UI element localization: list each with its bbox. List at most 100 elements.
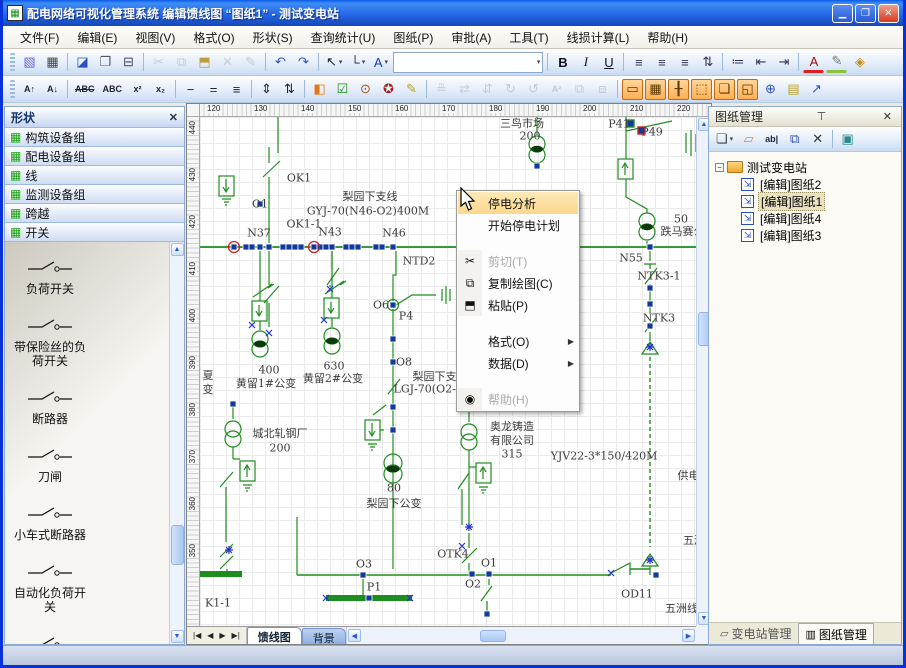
undo-icon[interactable]: ↶ [270,52,291,73]
minimize-button[interactable]: ▁ [832,4,853,23]
underline-icon[interactable]: U [598,52,619,73]
rotate-left-icon[interactable]: ↺ [523,79,544,100]
line-double-icon[interactable]: = [203,79,224,100]
group-monitor-equipment[interactable]: ▦ 监测设备组 [5,185,184,204]
menu-paste[interactable]: ⬒ 粘贴(P) ▶ [458,294,578,316]
canvas-content[interactable]: 三鸟市场200P41P49OK1O1梨园下支线GYJ-70(N46-O2)400… [200,117,696,626]
menu-edit[interactable]: 编辑(E) [68,26,126,49]
menu-query-stats[interactable]: 查询统计(U) [302,26,385,49]
group-structure-equipment[interactable]: ▦ 构筑设备组 [5,128,184,147]
menu-view[interactable]: 视图(V) [126,26,184,49]
rotate-right-icon[interactable]: ↻ [500,79,521,100]
align-center-icon[interactable]: ≡ [651,52,672,73]
stamp-icon[interactable]: ✪ [378,79,399,100]
bold-icon[interactable]: B [552,52,573,73]
canvas-hscrollbar[interactable]: ◀ ▶ [346,627,696,644]
paste-icon[interactable]: ⬒ [194,52,215,73]
tab-drawing-management[interactable]: ▥ 图纸管理 [798,623,873,644]
align-left-icon[interactable]: ≡ [628,52,649,73]
sheet-nav-icon[interactable]: ◀ [207,631,213,640]
scroll-up-icon[interactable]: ▲ [171,243,184,256]
menu-file[interactable]: 文件(F) [11,26,68,49]
font-combo-input[interactable] [396,55,524,69]
page-preview-icon[interactable]: ❐ [95,52,116,73]
collapse-icon[interactable]: − [715,163,724,172]
restore-button[interactable]: ❐ [855,4,876,23]
italic-icon[interactable]: I [575,52,596,73]
line-triple-icon[interactable]: ≡ [226,79,247,100]
connector-tool-icon[interactable]: └▾ [347,52,368,73]
group-switch[interactable]: ▦ 开关 [5,223,184,242]
toolbar-grip[interactable] [10,80,15,98]
menu-approve[interactable]: 审批(A) [442,26,500,49]
group-crossing[interactable]: ▦ 跨越 [5,204,184,223]
menu-start-outage-plan[interactable]: 开始停电计划 ▶ [458,214,578,236]
group-distribution-equipment[interactable]: ▦ 配电设备组 [5,147,184,166]
tab-background[interactable]: 背景 [302,628,346,644]
tree-row-sheet[interactable]: ⇲ [编辑]图纸4 [711,210,899,227]
shape-item[interactable]: 自动化负荷开关 [12,563,88,614]
open-sheet-icon[interactable]: ▱ [738,129,759,150]
tab-feeder-diagram[interactable]: 馈线图 [247,627,302,644]
new-sheet-icon[interactable]: ❏▾ [713,129,736,150]
shape-item[interactable]: 断路器 [12,389,88,426]
ruler-toggle-icon[interactable]: ▭ [622,79,643,100]
scroll-right-icon[interactable]: ▶ [682,629,695,642]
send-to-back-icon[interactable]: ⧈ [592,79,613,100]
station-view-icon[interactable]: ▣ [837,129,858,150]
menu-shape[interactable]: 形状(S) [244,26,302,49]
menu-line-loss[interactable]: 线损计算(L) [558,26,639,49]
tree-root-station[interactable]: − 测试变电站 [711,158,899,176]
copy-icon[interactable]: ⧉ [171,52,192,73]
indent-icon[interactable]: ⇥ [773,52,794,73]
glue-toggle-icon[interactable]: ⬚ [691,79,712,100]
scroll-left-icon[interactable]: ◀ [348,629,361,642]
delete-icon[interactable]: ✕ [217,52,238,73]
menu-data[interactable]: 数据(D) ▶ [458,352,578,374]
spacing-increase-icon[interactable]: ⇕ [256,79,277,100]
pin-icon[interactable]: ⊤ [814,110,830,123]
pointer-tool-icon[interactable]: ↖▾ [323,52,345,73]
font-combo[interactable]: ▾ [393,52,543,73]
flip-vertical-icon[interactable]: ⇵ [477,79,498,100]
diagram-grid-icon[interactable]: ▦ [42,52,63,73]
toolbar-grip[interactable] [10,53,15,71]
close-button[interactable]: ✕ [878,4,899,23]
subscript-icon[interactable]: x₂ [150,79,171,100]
align-shapes-icon[interactable]: ≞ [431,79,452,100]
text-tool-icon[interactable]: A▾ [370,52,391,73]
properties-icon[interactable]: ▤ [783,79,804,100]
flip-horizontal-icon[interactable]: ⇄ [454,79,475,100]
shape-font-icon[interactable]: A² [546,79,567,100]
audit-check-icon[interactable]: ☑ [332,79,353,100]
spacing-decrease-icon[interactable]: ⇅ [279,79,300,100]
sheet-nav-icon[interactable]: ▶ [219,631,225,640]
format-brush-icon[interactable]: ✎ [240,52,261,73]
guides-toggle-icon[interactable]: ╂ [668,79,689,100]
no-strikethrough-icon[interactable]: ABC [100,79,126,100]
menu-help[interactable]: 帮助(H) [638,26,697,49]
outdent-icon[interactable]: ⇤ [750,52,771,73]
scroll-thumb[interactable] [480,630,506,642]
scroll-thumb[interactable] [171,525,184,565]
menu-format[interactable]: 格式(O) [184,26,243,49]
shapes-panel-close-icon[interactable]: ✕ [169,111,178,124]
align-right-icon[interactable]: ≡ [674,52,695,73]
bullets-icon[interactable]: ≔ [727,52,748,73]
shape-item[interactable]: 刀闸 [12,447,88,484]
sheet-nav-icon[interactable]: |◀ [193,631,201,640]
tree-row-sheet[interactable]: ⇲ [编辑]图纸2 [711,176,899,193]
close-panel-icon[interactable]: ✕ [880,110,895,123]
menu-tools[interactable]: 工具(T) [500,26,557,49]
cut-icon[interactable]: ✂ [148,52,169,73]
line-single-icon[interactable]: − [180,79,201,100]
tree-row-sheet[interactable]: ⇲ [编辑]图纸3 [711,227,899,244]
connector-arrows-icon[interactable]: ↗ [806,79,827,100]
font-increase-icon[interactable]: A↑ [19,79,40,100]
print-icon[interactable]: ⊟ [118,52,139,73]
superscript-icon[interactable]: x² [127,79,148,100]
drawing-explorer-toggle-icon[interactable]: ◱ [737,79,758,100]
shapes-scrollbar[interactable]: ▲ ▼ [169,242,184,644]
menu-format[interactable]: 格式(O) ▶ [458,330,578,352]
scroll-down-icon[interactable]: ▼ [171,630,184,643]
